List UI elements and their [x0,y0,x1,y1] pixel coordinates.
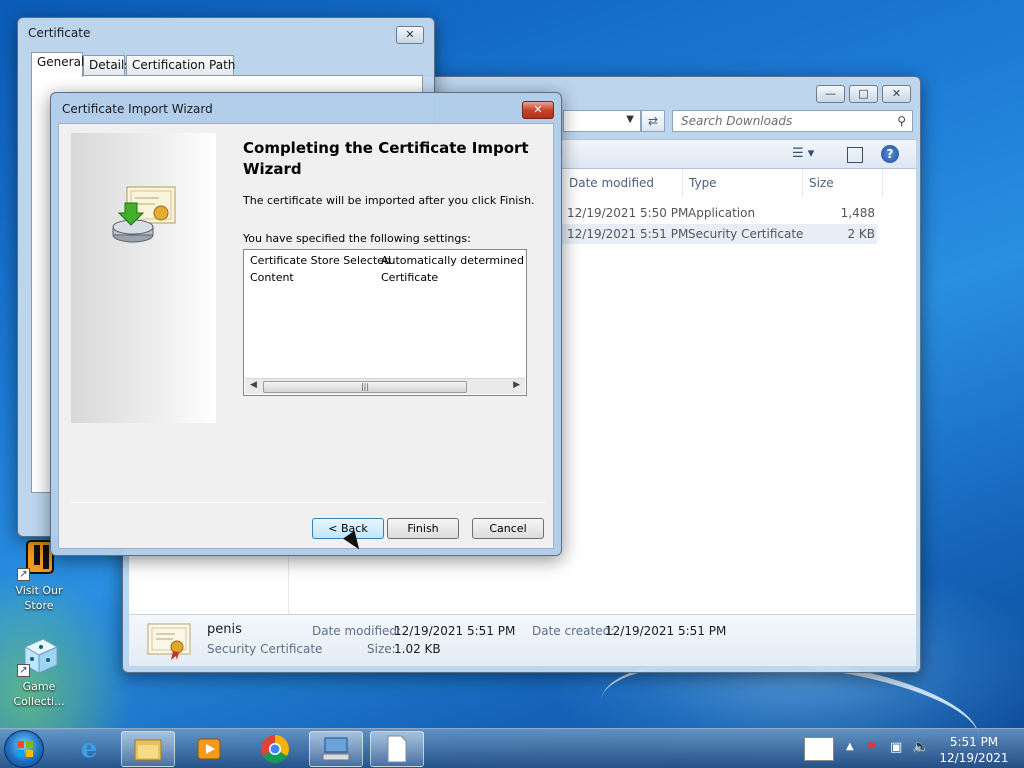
search-placeholder: Search Downloads [681,114,793,128]
taskbar-internet-explorer[interactable]: e [62,731,116,767]
shortcut-arrow-icon: ↗ [17,664,30,677]
file-type: Security Certificate [688,227,804,241]
file-date: 12/19/2021 5:50 PM [567,206,689,220]
scrollbar-thumb[interactable]: ||| [263,381,467,393]
window-title: Certificate Import Wizard [62,102,213,116]
computer-keyboard-icon [322,737,350,761]
folder-icon [134,739,162,761]
taskbar-chrome[interactable] [248,731,302,767]
column-header-type[interactable]: Type [683,169,803,197]
chrome-icon [261,735,289,763]
pen-input-icon[interactable] [804,737,834,761]
clock-time: 5:51 PM [949,735,999,749]
internet-explorer-icon: e [80,734,98,764]
details-pane: penis Security Certificate Date modified… [129,614,916,666]
certificate-import-wizard[interactable]: Certificate Import Wizard ✕ Completing t… [50,92,562,556]
column-header-size[interactable]: Size [803,169,883,197]
settings-list[interactable]: Certificate Store Selected Automatically… [243,249,527,396]
horizontal-scrollbar[interactable]: ◀ ||| ▶ [245,378,525,394]
certificate-file-icon [147,621,191,660]
scroll-right-icon[interactable]: ▶ [513,380,520,390]
system-tray: ▲ ⚑ ▣ 🔈 [800,729,935,768]
taskbar-explorer[interactable] [121,731,175,767]
tab-details[interactable]: Details [83,55,131,75]
button-separator [71,502,545,503]
wizard-heading: Completing the Certificate Import Wizard [243,139,529,178]
setting-name: Certificate Store Selected [250,254,391,267]
settings-label: You have specified the following setting… [243,232,471,245]
taskbar-certificate-manager[interactable] [309,731,363,767]
show-hidden-icons-icon[interactable]: ▲ [846,741,854,752]
close-button[interactable]: ✕ [522,101,554,119]
address-dropdown-icon[interactable]: ▼ [626,114,634,125]
details-file-type: Security Certificate [207,642,323,656]
dice-icon: ↗ [17,633,61,677]
refresh-button[interactable]: ⇄ [641,110,665,132]
start-button[interactable] [4,730,44,768]
column-header-date[interactable]: Date modified [563,169,683,197]
details-size: 1.02 KB [394,642,441,656]
media-player-icon [197,738,221,760]
certificate-import-icon [111,181,181,251]
maximize-button[interactable]: □ [849,85,878,103]
details-size-label: Size: [367,642,396,656]
setting-value: Certificate [381,271,439,284]
taskbar-media-player[interactable] [182,731,236,767]
wizard-side-panel [71,133,216,423]
action-center-icon[interactable]: ⚑ [866,740,878,755]
details-date-created-label: Date created: [532,624,615,638]
desktop-icon-label: Visit Our Store [15,584,63,612]
blank-document-icon [387,735,407,763]
scroll-left-icon[interactable]: ◀ [250,380,257,390]
details-date-created: 12/19/2021 5:51 PM [605,624,727,638]
taskbar: e ▲ ⚑ ▣ 🔈 5:51 PM 12/19/2021 [0,728,1024,768]
details-file-name: penis [207,622,242,637]
close-button[interactable]: ✕ [396,26,424,44]
setting-name: Content [250,271,294,284]
details-date-modified-label: Date modified: [312,624,402,638]
help-icon[interactable]: ? [881,145,899,163]
file-row[interactable]: 12/19/2021 5:50 PM Application 1,488 KB [561,203,999,240]
file-type: Application [688,206,756,220]
minimize-button[interactable]: — [816,85,845,103]
view-options-icon[interactable]: ☰ ▾ [792,146,814,164]
setting-value: Automatically determined by t [381,254,526,267]
desktop-icon-game-collection[interactable]: ↗ Game Collecti... [9,633,69,709]
finish-button[interactable]: Finish [387,518,459,539]
close-button[interactable]: ✕ [882,85,911,103]
wizard-info-text: The certificate will be imported after y… [243,194,535,207]
windows-logo-icon [17,741,33,757]
taskbar-document[interactable] [370,731,424,767]
volume-icon[interactable]: 🔈 [912,739,929,755]
desktop-icon-label: Game Collecti... [13,680,65,708]
preview-pane-icon[interactable] [847,147,863,163]
taskbar-clock[interactable]: 5:51 PM 12/19/2021 [938,734,1010,766]
clock-date: 12/19/2021 [939,751,1009,765]
file-size: 2 KB [847,227,875,241]
tab-certification-path[interactable]: Certification Path [126,55,235,75]
shortcut-arrow-icon: ↗ [17,568,30,581]
file-row-selected[interactable]: 12/19/2021 5:51 PM Security Certificate … [561,224,877,244]
search-input[interactable]: Search Downloads ⚲ [672,110,913,132]
file-date: 12/19/2021 5:51 PM [567,227,689,241]
details-date-modified: 12/19/2021 5:51 PM [394,624,516,638]
cancel-button[interactable]: Cancel [472,518,544,539]
refresh-icon: ⇄ [647,114,659,128]
network-icon[interactable]: ▣ [890,740,902,755]
wizard-body: Completing the Certificate Import Wizard… [58,123,554,549]
search-icon[interactable]: ⚲ [897,114,906,128]
address-bar[interactable]: ▼ [563,110,641,132]
tab-general[interactable]: General [31,52,84,77]
window-title: Certificate [28,26,91,40]
